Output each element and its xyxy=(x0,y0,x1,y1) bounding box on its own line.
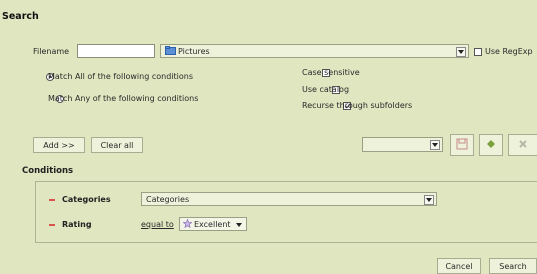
condition-field-rating: Rating xyxy=(62,220,92,229)
window-title: Search xyxy=(2,11,39,22)
use-regexp-label: Use RegExp xyxy=(485,47,533,56)
use-regexp-checkbox[interactable] xyxy=(474,48,482,56)
case-sensitive-label: Case sensitive xyxy=(302,68,360,77)
condition-field-categories: Categories xyxy=(62,195,111,204)
add-button[interactable]: Add >> xyxy=(33,137,85,153)
add-icon xyxy=(486,139,496,151)
filename-input[interactable] xyxy=(77,44,155,58)
save-icon xyxy=(456,138,468,152)
folder-combo[interactable]: Pictures xyxy=(160,44,469,58)
rating-arrow-icon[interactable] xyxy=(234,220,244,230)
rating-value: Excellent xyxy=(194,219,231,229)
remove-icon xyxy=(518,139,528,151)
add-saved-button[interactable] xyxy=(479,134,503,156)
filename-label: Filename xyxy=(33,47,70,56)
clear-all-button[interactable]: Clear all xyxy=(91,137,143,153)
saved-search-combo[interactable] xyxy=(362,137,443,152)
dropdown-arrow-icon[interactable] xyxy=(456,47,466,57)
remove-condition-icon[interactable] xyxy=(49,224,55,226)
use-catalog-label: Use catalog xyxy=(302,85,350,94)
categories-arrow-icon[interactable] xyxy=(424,195,434,205)
categories-value: Categories xyxy=(146,194,190,204)
rating-combo[interactable]: Excellent xyxy=(179,217,247,231)
save-search-button[interactable] xyxy=(450,134,474,156)
remove-condition-icon[interactable] xyxy=(49,199,55,201)
conditions-header: Conditions xyxy=(22,166,74,176)
match-all-label: Match All of the following conditions xyxy=(48,72,194,81)
star-icon xyxy=(182,218,193,230)
rating-operator-link[interactable]: equal to xyxy=(141,220,174,229)
delete-saved-button[interactable] xyxy=(508,134,537,156)
saved-search-arrow-icon[interactable] xyxy=(430,140,440,150)
categories-combo[interactable]: Categories xyxy=(141,192,437,206)
conditions-panel xyxy=(35,181,537,243)
match-any-label: Match Any of the following conditions xyxy=(48,94,199,103)
folder-value: Pictures xyxy=(178,46,210,56)
recurse-label: Recurse through subfolders xyxy=(302,101,413,110)
folder-icon xyxy=(165,45,176,57)
